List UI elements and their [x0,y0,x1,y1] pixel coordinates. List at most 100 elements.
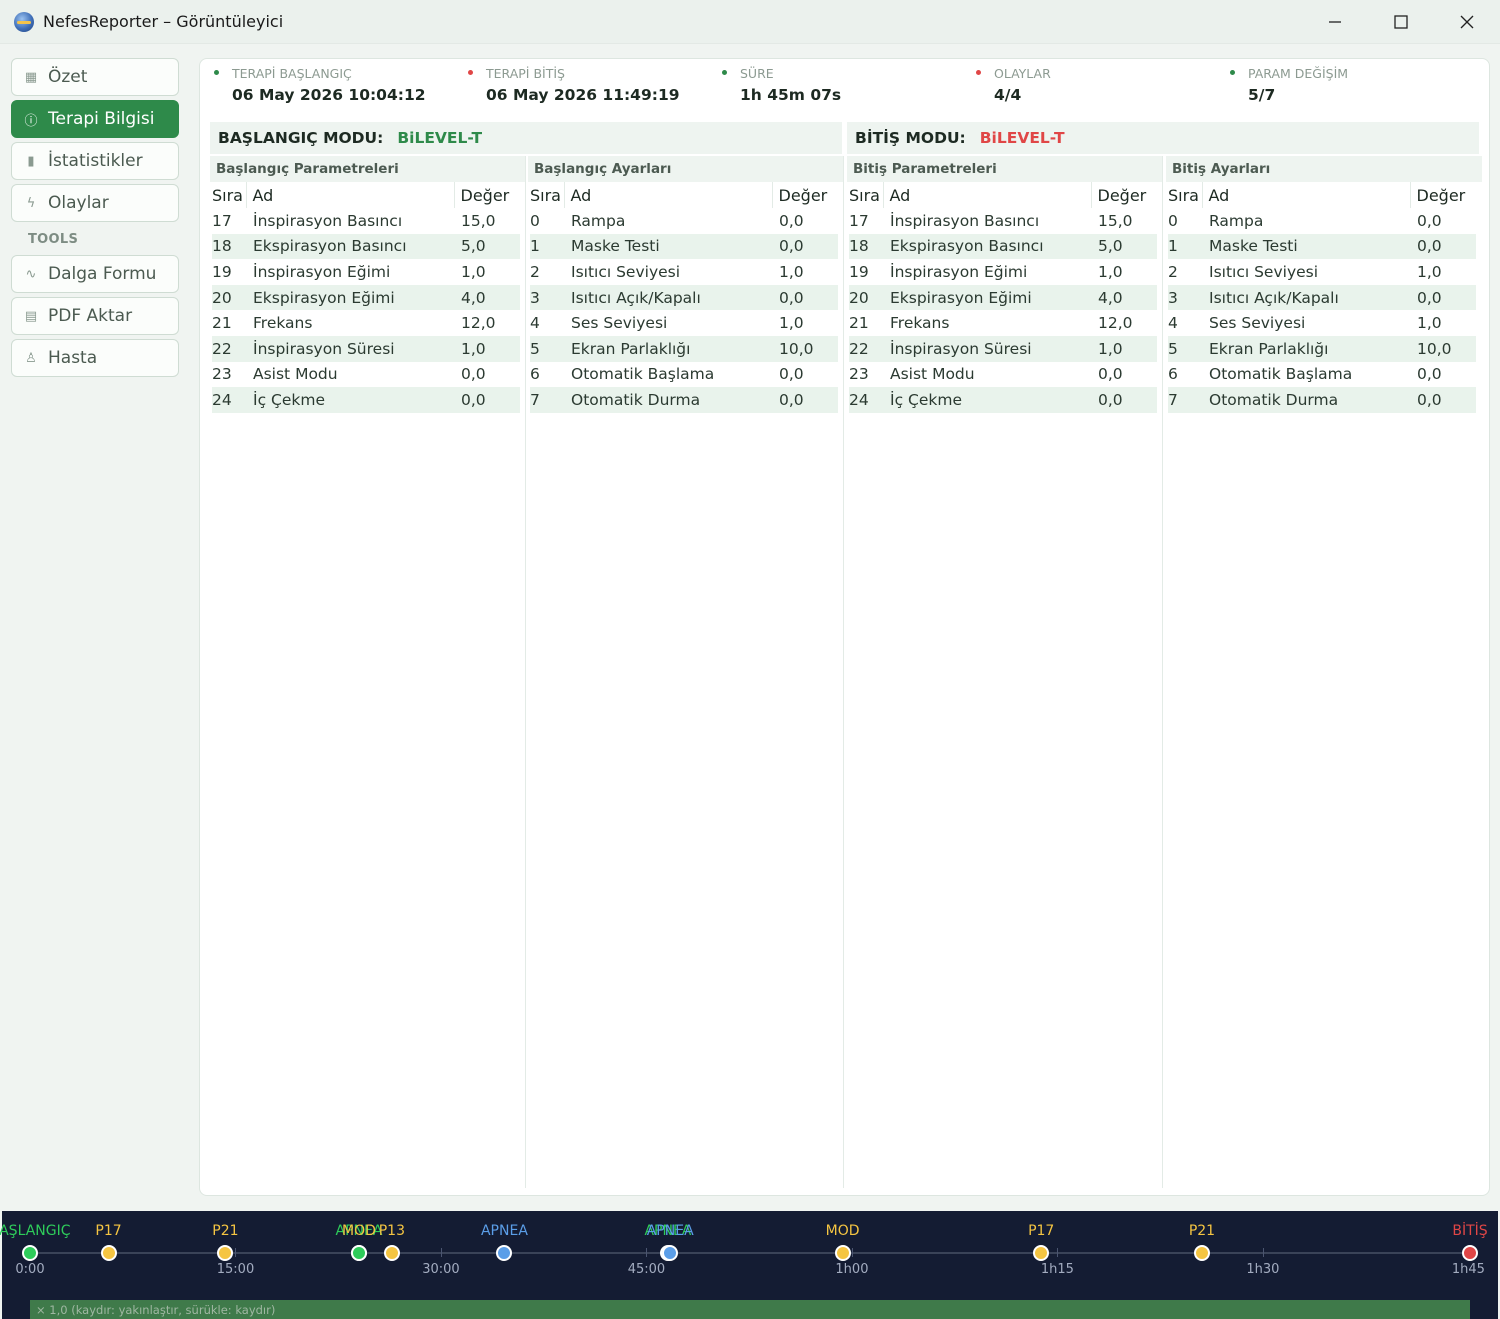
table-row[interactable]: 5 Ekran Parlaklığı 10,0 [530,335,838,362]
table-row[interactable]: 19 İnspirasyon Eğimi 1,0 [212,259,520,285]
table-row[interactable]: 3 Isıtıcı Açık/Kapalı 0,0 [1168,284,1476,311]
row-index: 0 [1168,211,1178,230]
table-row[interactable]: 5 Ekran Parlaklığı 10,0 [1168,335,1476,362]
sidebar-item-istatistikler[interactable]: ▮ İstatistikler [11,142,179,180]
stat-param-changes: PARAM DEĞİŞİM 5/7 [1226,59,1480,117]
row-value: 12,0 [461,314,496,333]
maximize-button[interactable] [1368,0,1434,44]
column-header[interactable]: Sıra [1168,182,1202,208]
column-header[interactable]: Ad [882,182,1091,208]
column-header[interactable]: Ad [563,182,772,208]
timeline-event-marker[interactable] [217,1245,234,1261]
table-row[interactable]: 17 İnspirasyon Basıncı 15,0 [849,208,1157,234]
stat-value: 1h 45m 07s [740,86,842,104]
column-header[interactable]: Değer [771,182,838,208]
stat-label: TERAPİ BAŞLANGIÇ [232,66,352,81]
sidebar-item-label: PDF Aktar [48,306,133,326]
table-row[interactable]: 20 Ekspirasyon Eğimi 4,0 [849,284,1157,311]
table-row[interactable]: 4 Ses Seviyesi 1,0 [1168,310,1476,336]
timeline-event-marker[interactable] [100,1245,117,1261]
table-row[interactable]: 4 Ses Seviyesi 1,0 [530,310,838,336]
column-header[interactable]: Sıra [849,182,883,208]
row-name: Asist Modu [253,365,338,384]
stats-bar: TERAPİ BAŞLANGIÇ 06 May 2026 10:04:12 TE… [210,59,1480,117]
column-header[interactable]: Değer [453,182,520,208]
table-row[interactable]: 18 Ekspirasyon Basıncı 5,0 [212,233,520,260]
document-icon: ▤ [24,308,38,324]
event-timeline[interactable]: × 1,0 (kaydır: yakınlaştır, sürükle: kay… [0,1211,1498,1319]
timeline-event-marker[interactable] [351,1245,367,1261]
table-row[interactable]: 24 İç Çekme 0,0 [849,387,1157,413]
timeline-event-marker[interactable] [22,1245,38,1261]
column-header[interactable]: Sıra [212,182,246,208]
table-row[interactable]: 2 Isıtıcı Seviyesi 1,0 [1168,259,1476,285]
table-row[interactable]: 24 İç Çekme 0,0 [212,387,520,413]
app-logo-icon [14,11,34,32]
table-row[interactable]: 22 İnspirasyon Süresi 1,0 [849,335,1157,362]
sidebar-item-label: Hasta [48,348,98,368]
sidebar-item-olaylar[interactable]: ϟ Olaylar [11,184,179,222]
table-row[interactable]: 1 Maske Testi 0,0 [1168,233,1476,260]
row-index: 3 [1168,284,1202,311]
table-row[interactable]: 21 Frekans 12,0 [849,310,1157,336]
timeline-event-marker[interactable] [834,1245,851,1261]
row-name: Isıtıcı Açık/Kapalı [1202,284,1410,311]
table-row[interactable]: 7 Otomatik Durma 0,0 [1168,387,1476,413]
table-row[interactable]: 23 Asist Modu 0,0 [212,362,520,388]
column-header[interactable]: Ad [245,182,454,208]
row-index: 5 [1168,335,1202,362]
table-row[interactable]: 7 Otomatik Durma 0,0 [530,387,838,413]
data-table: Sıra Ad Değer 17 İnspirasyon Basıncı 15,0 18 Ek… [212,182,520,413]
row-name: Ekspirasyon Eğimi [246,284,454,311]
table-row[interactable]: 19 İnspirasyon Eğimi 1,0 [849,259,1157,285]
timeline-event-marker[interactable] [383,1245,400,1261]
sidebar-item-dalga-formu[interactable]: ∿ Dalga Formu [11,255,179,293]
stat-label: TERAPİ BİTİŞ [486,66,565,81]
table-row[interactable]: 23 Asist Modu 0,0 [849,362,1157,388]
column-header[interactable]: Sıra [530,182,564,208]
table-row[interactable]: 0 Rampa 0,0 [530,208,838,234]
table-row[interactable]: 1 Maske Testi 0,0 [530,233,838,260]
column-header[interactable]: Değer [1409,182,1476,208]
waveform-icon: ∿ [25,266,37,282]
column-header[interactable]: Değer [1090,182,1157,208]
row-name: Otomatik Başlama [571,365,715,384]
stat-label: PARAM DEĞİŞİM [1248,66,1349,81]
sidebar-item-hasta[interactable]: ♙ Hasta [11,339,179,377]
row-name: İnspirasyon Basıncı [890,211,1040,230]
table-row[interactable]: 6 Otomatik Başlama 0,0 [1168,362,1476,388]
sidebar-item-terapi-bilgisi[interactable]: ⓘ Terapi Bilgisi [11,100,179,138]
stat-value: 4/4 [994,86,1022,104]
row-index: 4 [530,314,540,333]
table-row[interactable]: 2 Isıtıcı Seviyesi 1,0 [530,259,838,285]
column-header[interactable]: Ad [1201,182,1410,208]
sidebar-item-ozet[interactable]: ▦ Özet [11,58,179,96]
table-row[interactable]: 20 Ekspirasyon Eğimi 4,0 [212,284,520,311]
status-dot [1230,70,1235,75]
timeline-event-marker[interactable] [1033,1245,1050,1261]
row-index: 1 [530,233,564,260]
close-button[interactable] [1434,0,1500,44]
sidebar-item-pdf-aktar[interactable]: ▤ PDF Aktar [11,297,179,335]
timeline-scrollbar[interactable]: × 1,0 (kaydır: yakınlaştır, sürükle: kay… [30,1300,1470,1319]
table-row[interactable]: 22 İnspirasyon Süresi 1,0 [212,335,520,362]
row-index: 6 [530,365,540,384]
row-name: Rampa [571,211,626,230]
timeline-event-marker[interactable] [662,1245,679,1261]
table-row[interactable]: 3 Isıtıcı Açık/Kapalı 0,0 [530,284,838,311]
table-row[interactable]: 21 Frekans 12,0 [212,310,520,336]
row-value: 0,0 [772,233,838,260]
timeline-event-marker[interactable] [1462,1245,1478,1261]
row-value: 1,0 [1417,314,1442,333]
table-title: Başlangıç Parametreleri [210,156,525,182]
row-index: 19 [212,262,232,281]
table-row[interactable]: 6 Otomatik Başlama 0,0 [530,362,838,388]
table-row[interactable]: 17 İnspirasyon Basıncı 15,0 [212,208,520,234]
minimize-button[interactable] [1302,0,1368,44]
stat-value: 5/7 [1248,86,1276,104]
timeline-event-marker[interactable] [1193,1245,1210,1261]
table-row[interactable]: 18 Ekspirasyon Basıncı 5,0 [849,233,1157,260]
status-dot [976,70,981,75]
timeline-event-marker[interactable] [496,1245,513,1261]
table-row[interactable]: 0 Rampa 0,0 [1168,208,1476,234]
